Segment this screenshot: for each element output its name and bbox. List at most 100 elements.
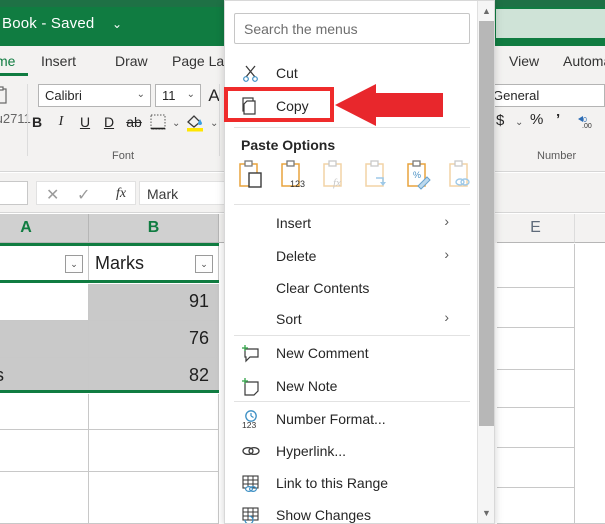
menu-item-new-comment[interactable]: New Comment	[225, 338, 479, 371]
confirm-formula-icon[interactable]: ✓	[77, 185, 90, 205]
tab-automate[interactable]: Automa	[563, 53, 605, 69]
svg-text:.00: .00	[582, 123, 592, 129]
menu-item-hyperlink-label: Hyperlink...	[276, 443, 347, 459]
clipboard-paste-icon[interactable]	[0, 86, 14, 104]
menu-item-hyperlink[interactable]: Hyperlink...	[225, 436, 479, 469]
paste-values-icon[interactable]: 123	[279, 158, 313, 196]
menu-item-number-format[interactable]: 123 Number Format...	[225, 404, 479, 437]
format-painter-icon[interactable]: \u2711	[0, 111, 31, 126]
paste-formulas-icon[interactable]: fx	[321, 158, 355, 196]
tab-page-layout[interactable]: Page Lay	[172, 53, 231, 69]
paste-formatting-icon[interactable]: %	[405, 158, 439, 196]
fill-color-icon[interactable]	[185, 112, 207, 132]
cell-e4[interactable]	[497, 370, 575, 408]
title-chevron-down-icon[interactable]: ⌄	[112, 18, 122, 30]
menu-item-insert[interactable]: Insert ›	[225, 208, 479, 241]
scroll-up-arrow-icon[interactable]: ▲	[478, 3, 494, 19]
formula-bar-buttons: ✕ ✓ fx	[36, 181, 136, 205]
tab-draw[interactable]: Draw	[115, 53, 148, 69]
cell-e7[interactable]	[497, 488, 575, 524]
insert-chevron-right-icon: ›	[444, 213, 449, 229]
paste-options-row: 123 fx %	[225, 158, 479, 198]
menu-item-link-to-range[interactable]: Link to this Range	[225, 468, 479, 501]
cell-b6[interactable]	[89, 430, 219, 472]
name-box[interactable]: ⌄	[0, 181, 28, 205]
document-title: Book - Saved	[2, 15, 95, 32]
tab-insert[interactable]: Insert	[41, 53, 76, 69]
font-name-chevron-down-icon[interactable]: ⌄	[137, 89, 145, 100]
double-underline-button[interactable]: D	[100, 114, 118, 130]
column-header-b[interactable]: B	[89, 214, 219, 243]
comma-format-button[interactable]: ’	[556, 111, 560, 128]
column-header-e[interactable]: E	[497, 214, 575, 243]
cell-a4[interactable]: mes	[0, 358, 89, 392]
tab-home[interactable]: me	[0, 53, 15, 69]
menu-item-show-changes[interactable]: Show Changes	[225, 500, 479, 523]
cell-b1[interactable]: Marks ⌄	[89, 246, 219, 282]
decrease-decimal-button[interactable]: 0 .00	[576, 114, 596, 129]
cell-f-column[interactable]	[575, 244, 605, 524]
menu-item-delete-label: Delete	[276, 248, 317, 264]
excel-window: Book - Saved ⌄ me Insert Draw Page Lay V…	[0, 0, 605, 524]
menu-item-clear-contents[interactable]: Clear Contents	[225, 273, 479, 306]
scrollbar-thumb[interactable]	[479, 21, 494, 426]
number-format-combo[interactable]: General	[487, 84, 605, 107]
paste-all-icon[interactable]	[237, 158, 271, 196]
cell-e5[interactable]	[497, 408, 575, 448]
insert-function-icon[interactable]: fx	[116, 186, 126, 202]
filter-button-b[interactable]: ⌄	[195, 255, 213, 273]
cell-b4-text: 82	[188, 365, 209, 385]
new-comment-icon	[241, 343, 263, 365]
menu-separator-2	[234, 204, 470, 205]
cell-e1[interactable]	[497, 244, 575, 288]
column-header-f[interactable]	[575, 214, 605, 243]
font-name-combo[interactable]: Calibri ⌄	[38, 84, 151, 107]
cell-e3[interactable]	[497, 328, 575, 370]
cancel-formula-icon[interactable]: ✕	[46, 185, 59, 205]
filter-button-a[interactable]: ⌄	[65, 255, 83, 273]
menu-separator-1	[234, 127, 470, 128]
cell-e2[interactable]	[497, 288, 575, 328]
context-menu-scrollbar[interactable]: ▲ ▼	[477, 1, 494, 523]
cell-a3[interactable]: ark	[0, 321, 89, 358]
font-size-combo[interactable]: 11 ⌄	[155, 84, 201, 107]
menu-item-cut-label: Cut	[276, 65, 298, 81]
font-name-value: Calibri	[45, 88, 82, 103]
cell-a1[interactable]: me ⌄	[0, 246, 89, 282]
currency-chevron-down-icon[interactable]: ⌄	[515, 117, 523, 128]
cell-b5[interactable]	[89, 394, 219, 430]
cell-a7[interactable]	[0, 472, 89, 524]
cell-a6[interactable]	[0, 430, 89, 472]
cell-a5[interactable]	[0, 394, 89, 430]
underline-button[interactable]: U	[76, 114, 94, 130]
menu-item-sort[interactable]: Sort ›	[225, 304, 479, 337]
borders-chevron-down-icon[interactable]: ⌄	[172, 118, 180, 129]
paste-transpose-icon[interactable]	[363, 158, 397, 196]
cell-b4[interactable]: 82	[89, 358, 219, 392]
menu-item-new-note[interactable]: New Note	[225, 371, 479, 404]
cell-a2[interactable]: ark	[0, 284, 89, 321]
bold-button[interactable]: B	[28, 114, 46, 130]
currency-format-button[interactable]: $	[496, 112, 504, 129]
menu-item-clear-contents-label: Clear Contents	[276, 280, 370, 296]
borders-icon[interactable]	[150, 114, 170, 130]
tab-view[interactable]: View	[509, 53, 539, 69]
fill-color-chevron-down-icon[interactable]: ⌄	[210, 118, 218, 129]
italic-button[interactable]: I	[52, 114, 70, 130]
menu-item-new-note-label: New Note	[276, 378, 338, 394]
cell-b3-text: 76	[188, 328, 209, 348]
cell-b2[interactable]: 91	[89, 284, 219, 321]
menu-item-delete[interactable]: Delete ›	[225, 241, 479, 274]
search-menus-input[interactable]	[234, 13, 470, 44]
cell-e6[interactable]	[497, 448, 575, 488]
cell-b3[interactable]: 76	[89, 321, 219, 358]
svg-text:123: 123	[290, 179, 305, 189]
percent-format-button[interactable]: %	[530, 111, 543, 128]
cell-b7[interactable]	[89, 472, 219, 524]
selected-range-accent-lower	[0, 390, 219, 393]
paste-link-icon[interactable]	[447, 158, 481, 196]
strikethrough-button[interactable]: ab	[124, 114, 144, 130]
scroll-down-arrow-icon[interactable]: ▼	[478, 505, 494, 521]
column-header-a[interactable]: A	[0, 214, 89, 243]
font-size-chevron-down-icon[interactable]: ⌄	[187, 89, 195, 100]
